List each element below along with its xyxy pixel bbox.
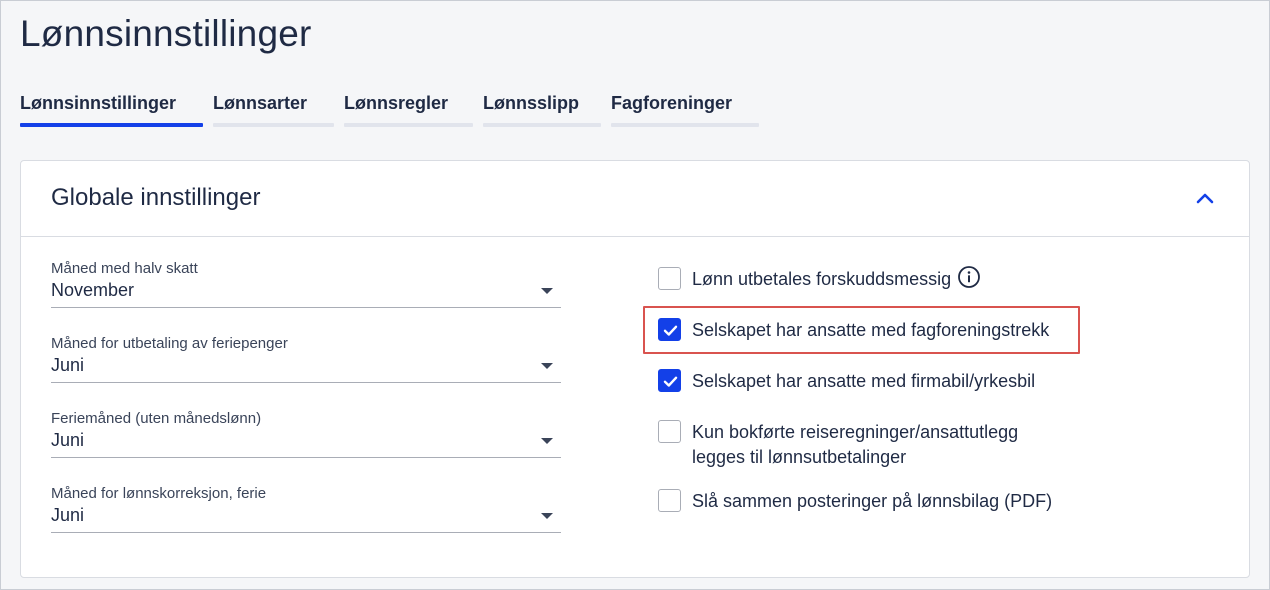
caret-down-icon — [541, 288, 553, 294]
checkbox-checked[interactable] — [658, 369, 681, 392]
checkbox-unchecked[interactable] — [658, 489, 681, 512]
caret-down-icon — [541, 363, 553, 369]
select-lonnskorreksjon[interactable]: Måned for lønnskorreksjon, ferie Juni — [51, 485, 561, 533]
tab-underline-active — [20, 123, 203, 127]
tab-lonnsarter[interactable]: Lønnsarter — [213, 91, 334, 129]
checkbox-sla-sammen[interactable]: Slå sammen posteringer på lønnsbilag (PD… — [658, 489, 1052, 514]
checkbox-label-line1: Kun bokførte reiseregninger/ansattutlegg — [692, 422, 1019, 442]
field-label: Feriemåned (uten månedslønn) — [51, 410, 262, 427]
select-halv-skatt[interactable]: Måned med halv skatt November — [51, 260, 561, 308]
checkbox-label: Selskapet har ansatte med firmabil/yrkes… — [692, 371, 1036, 391]
checkbox-checked[interactable] — [658, 318, 681, 341]
tab-underline — [344, 123, 473, 127]
page-title: Lønnsinnstillinger — [20, 13, 312, 54]
field-value: Juni — [51, 355, 85, 375]
tab-label: Lønnsinnstillinger — [20, 93, 176, 113]
chevron-up-icon — [1196, 193, 1214, 204]
caret-down-icon — [541, 438, 553, 444]
select-feriemaned[interactable]: Feriemåned (uten månedslønn) Juni — [51, 410, 561, 458]
field-value: Juni — [51, 430, 85, 450]
checkbox-label: Selskapet har ansatte med fagforeningstr… — [692, 320, 1050, 340]
tab-label: Lønnsarter — [213, 93, 308, 113]
tab-label: Fagforeninger — [611, 93, 733, 113]
info-icon[interactable] — [957, 265, 981, 289]
tab-underline — [611, 123, 759, 127]
checkbox-forskuddsmessig[interactable]: Lønn utbetales forskuddsmessig — [658, 265, 981, 292]
app-window: Lønnsinnstillinger Lønnsinnstillinger Lø… — [0, 0, 1270, 590]
checkbox-unchecked[interactable] — [658, 267, 681, 290]
checkmark-icon — [663, 376, 678, 387]
settings-card: Globale innstillinger Måned med halv ska… — [20, 160, 1250, 578]
tab-fagforeninger[interactable]: Fagforeninger — [611, 91, 759, 129]
select-feriepenger[interactable]: Måned for utbetaling av feriepenger Juni — [51, 335, 561, 383]
tab-label: Lønnsslipp — [483, 93, 579, 113]
checkbox-reiseregninger[interactable]: Kun bokførte reiseregninger/ansattutlegg… — [658, 420, 1018, 470]
checkbox-label: Lønn utbetales forskuddsmessig — [692, 269, 952, 289]
card-title: Globale innstillinger — [51, 184, 261, 211]
checkbox-label: Kun bokførte reiseregninger/ansattutlegg… — [692, 420, 1018, 470]
tab-lonnsregler[interactable]: Lønnsregler — [344, 91, 473, 129]
caret-down-icon — [541, 513, 553, 519]
checkbox-unchecked[interactable] — [658, 420, 681, 443]
checkmark-icon — [663, 325, 678, 336]
card-header: Globale innstillinger — [21, 161, 1249, 237]
checkbox-label: Slå sammen posteringer på lønnsbilag (PD… — [692, 491, 1053, 511]
field-label: Måned for utbetaling av feriepenger — [51, 335, 288, 352]
field-label: Måned for lønnskorreksjon, ferie — [51, 485, 267, 502]
field-label: Måned med halv skatt — [51, 260, 198, 277]
field-value: November — [51, 280, 135, 300]
checkbox-label-line2: legges til lønnsutbetalinger — [692, 447, 907, 467]
tab-lonnsinnstillinger[interactable]: Lønnsinnstillinger — [20, 91, 203, 129]
collapse-button[interactable] — [1191, 185, 1219, 213]
tab-underline — [213, 123, 334, 127]
tab-label: Lønnsregler — [344, 93, 449, 113]
checkbox-fagforeningstrekk[interactable]: Selskapet har ansatte med fagforeningstr… — [658, 318, 1049, 343]
field-value: Juni — [51, 505, 85, 525]
tab-lonnsslipp[interactable]: Lønnsslipp — [483, 91, 601, 129]
checkbox-firmabil[interactable]: Selskapet har ansatte med firmabil/yrkes… — [658, 369, 1035, 394]
tab-underline — [483, 123, 601, 127]
